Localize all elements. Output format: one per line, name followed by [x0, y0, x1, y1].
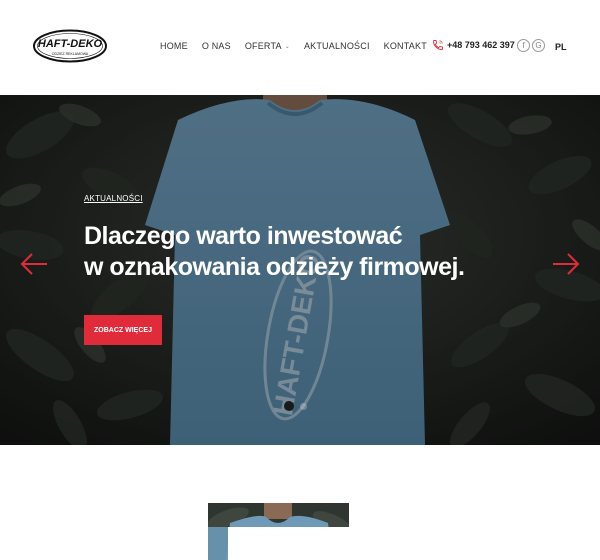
google-icon[interactable]: G: [532, 39, 545, 52]
nav-o-nas[interactable]: O NAS: [202, 41, 231, 51]
facebook-icon[interactable]: f: [517, 39, 530, 52]
language-switcher[interactable]: PL: [555, 42, 567, 52]
nav-oferta[interactable]: OFERTA ⌄: [245, 41, 290, 51]
hero-category[interactable]: AKTUALNOŚCI: [84, 194, 143, 203]
logo-tagline: ODZIEŻ REKLAMOWA: [52, 51, 89, 56]
nav-kontakt[interactable]: KONTAKT: [384, 41, 427, 51]
nav-oferta-label: OFERTA: [244, 41, 282, 51]
phone-link[interactable]: +48 793 462 397: [432, 39, 515, 51]
main-nav: HOME O NAS OFERTA ⌄ AKTUALNOŚCI KONTAKT: [160, 41, 427, 51]
arrow-left-icon[interactable]: [19, 252, 49, 276]
logo[interactable]: HAFT-DEKO ODZIEŻ REKLAMOWA: [32, 29, 108, 63]
hero-title-line2: w oznakowania odzieży firmowej.: [84, 253, 465, 281]
hero-title-line1: Dlaczego warto inwestować: [84, 222, 403, 250]
logo-text: HAFT-DEKO: [38, 38, 103, 50]
phone-icon: [433, 40, 443, 50]
nav-aktualnosci[interactable]: AKTUALNOŚCI: [304, 41, 370, 51]
phone-number: +48 793 462 397: [447, 40, 515, 50]
slider-dots: [284, 401, 307, 411]
zobacz-wiecej-button[interactable]: ZOBACZ WIĘCEJ: [84, 315, 162, 345]
nav-home[interactable]: HOME: [160, 41, 188, 51]
slider-dot[interactable]: [300, 403, 307, 410]
article-image-graphic: [208, 503, 349, 560]
article-image[interactable]: [208, 503, 349, 560]
site-header: HAFT-DEKO ODZIEŻ REKLAMOWA HOME O NAS OF…: [0, 0, 600, 95]
chevron-down-icon: ⌄: [284, 43, 290, 50]
arrow-right-icon[interactable]: [551, 252, 581, 276]
slider-dot-active[interactable]: [284, 401, 294, 411]
hero-slider: HAFT-DEKO AKTUALNOŚCI Dlaczego warto inw…: [0, 95, 600, 445]
hero-title: Dlaczego warto inwestować w oznakowania …: [84, 221, 524, 283]
